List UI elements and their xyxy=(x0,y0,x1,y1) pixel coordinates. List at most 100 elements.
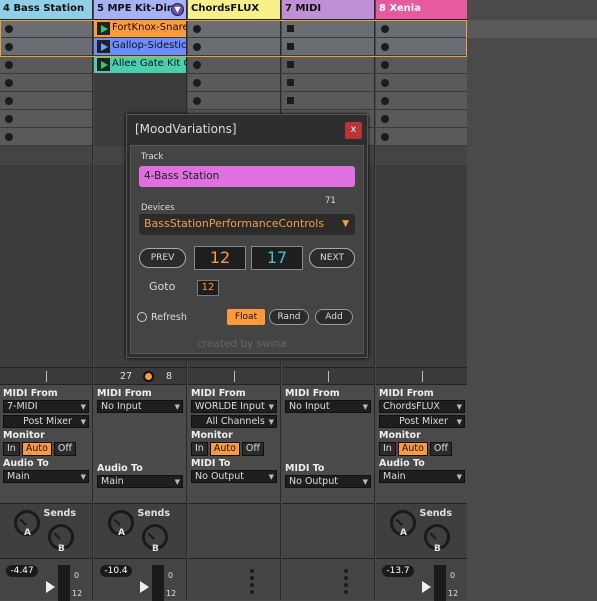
clip-slot[interactable] xyxy=(282,56,374,74)
monitor-auto-button[interactable]: Auto xyxy=(397,442,428,456)
clip-slot[interactable] xyxy=(282,74,374,92)
clip[interactable]: FortKnox-Snare xyxy=(94,20,186,38)
midi-from-dropdown[interactable]: 7-MIDI xyxy=(3,400,89,413)
monitor-auto-button[interactable]: Auto xyxy=(209,442,240,456)
monitor-in-button[interactable]: In xyxy=(379,442,396,456)
midi-from-dropdown[interactable]: No Input xyxy=(285,400,371,413)
stop-button-icon[interactable] xyxy=(193,43,201,51)
monitor-auto-button[interactable]: Auto xyxy=(21,442,52,456)
rand-button[interactable]: Rand xyxy=(269,309,309,325)
midi-from-channel-dropdown[interactable]: Post Mixer xyxy=(379,415,465,428)
track-header-1[interactable]: 4 Bass Station xyxy=(0,0,92,20)
clip-slot[interactable] xyxy=(376,56,468,74)
clip[interactable]: Allee Gate Kit C xyxy=(94,56,186,74)
track-header-3[interactable]: ChordsFLUX xyxy=(188,0,280,20)
volume-fader[interactable] xyxy=(152,565,164,601)
midi-from-dropdown[interactable]: ChordsFLUX xyxy=(379,400,465,413)
clip-slot[interactable] xyxy=(376,110,468,128)
monitor-off-button[interactable]: Off xyxy=(53,442,76,456)
drag-handle-icon[interactable] xyxy=(344,569,350,597)
volume-fader[interactable] xyxy=(58,565,70,601)
track-activator-row[interactable] xyxy=(188,367,280,385)
add-button[interactable]: Add xyxy=(315,309,353,325)
clip-slot[interactable] xyxy=(0,92,92,110)
stop-button-icon[interactable] xyxy=(5,79,13,87)
pan-arrow-icon[interactable] xyxy=(46,581,55,593)
stop-button-icon[interactable] xyxy=(193,25,201,33)
stop-button-icon[interactable] xyxy=(381,61,389,69)
volume-value[interactable]: -4.47 xyxy=(6,565,38,577)
empty-track-area[interactable] xyxy=(467,0,597,600)
stop-button-icon[interactable] xyxy=(381,43,389,51)
pan-arrow-icon[interactable] xyxy=(422,581,431,593)
stop-button-icon[interactable] xyxy=(381,25,389,33)
volume-value[interactable]: -10.4 xyxy=(100,565,132,577)
stop-button-icon[interactable] xyxy=(381,97,389,105)
stop-button-icon[interactable] xyxy=(5,133,13,141)
stop-button-icon[interactable] xyxy=(287,43,294,50)
monitor-off-button[interactable]: Off xyxy=(429,442,452,456)
stop-button-icon[interactable] xyxy=(287,25,294,32)
clip-slot[interactable] xyxy=(0,20,92,38)
clip-slot[interactable] xyxy=(376,74,468,92)
clip-slot[interactable] xyxy=(376,92,468,110)
volume-value[interactable]: -13.7 xyxy=(382,565,414,577)
clip-slot[interactable] xyxy=(0,128,92,146)
clip-slot[interactable] xyxy=(376,128,468,146)
goto-number-box[interactable]: 12 xyxy=(197,280,219,296)
fold-icon[interactable]: ▼ xyxy=(171,3,184,16)
track-activator-row[interactable] xyxy=(282,367,374,385)
stop-button-icon[interactable] xyxy=(287,61,294,68)
clip-slot[interactable] xyxy=(0,74,92,92)
clip-slot[interactable] xyxy=(376,38,468,56)
stop-button-icon[interactable] xyxy=(287,79,294,86)
midi-from-dropdown[interactable]: No Input xyxy=(97,400,183,413)
midi-to-dropdown[interactable]: No Output xyxy=(285,475,371,488)
float-button[interactable]: Float xyxy=(227,309,265,325)
current-variation-number[interactable]: 12 xyxy=(194,246,246,270)
volume-fader[interactable] xyxy=(434,565,446,601)
clip[interactable]: Gallop-Sidestick xyxy=(94,38,186,56)
play-icon[interactable] xyxy=(97,22,110,35)
track-activator-row[interactable]: 27 8 xyxy=(94,367,186,385)
track-activator-row[interactable] xyxy=(376,367,468,385)
stop-button-icon[interactable] xyxy=(287,97,294,104)
drop-area[interactable] xyxy=(0,165,92,367)
audio-to-dropdown[interactable]: Main xyxy=(3,470,89,483)
record-arm-icon[interactable] xyxy=(143,371,154,382)
clip-slot[interactable] xyxy=(282,38,374,56)
track-header-5[interactable]: 8 Xenia xyxy=(376,0,468,20)
prev-button[interactable]: PREV xyxy=(139,248,186,268)
audio-to-dropdown[interactable]: Main xyxy=(379,470,465,483)
stop-button-icon[interactable] xyxy=(5,43,13,51)
stop-button-icon[interactable] xyxy=(5,25,13,33)
monitor-in-button[interactable]: In xyxy=(191,442,208,456)
refresh-radio[interactable] xyxy=(137,312,147,322)
drag-handle-icon[interactable] xyxy=(250,569,256,597)
track-header-4[interactable]: 7 MIDI xyxy=(282,0,374,20)
close-button[interactable]: x xyxy=(345,122,362,139)
stop-button-icon[interactable] xyxy=(5,61,13,69)
clip-slot[interactable] xyxy=(0,56,92,74)
track-activator-row[interactable] xyxy=(0,367,92,385)
clip-slot[interactable] xyxy=(188,38,280,56)
midi-from-channel-dropdown[interactable]: Post Mixer xyxy=(3,415,89,428)
track-header-2[interactable]: 5 MPE Kit-Dire ▼ xyxy=(94,0,186,20)
audio-to-dropdown[interactable]: Main xyxy=(97,475,183,488)
drop-area[interactable] xyxy=(376,165,468,367)
clip-slot[interactable] xyxy=(282,20,374,38)
stop-button-icon[interactable] xyxy=(5,97,13,105)
stop-button-icon[interactable] xyxy=(193,79,201,87)
clip-slot[interactable] xyxy=(188,92,280,110)
midi-from-channel-dropdown[interactable]: All Channels xyxy=(191,415,277,428)
stop-button-icon[interactable] xyxy=(193,61,201,69)
clip-slot[interactable] xyxy=(0,110,92,128)
clip-slot[interactable] xyxy=(188,20,280,38)
play-icon[interactable] xyxy=(97,40,110,53)
pan-arrow-icon[interactable] xyxy=(140,581,149,593)
stop-button-icon[interactable] xyxy=(381,115,389,123)
clip-slot[interactable] xyxy=(188,74,280,92)
monitor-in-button[interactable]: In xyxy=(3,442,20,456)
midi-to-dropdown[interactable]: No Output xyxy=(191,470,277,483)
window-titlebar[interactable]: [MoodVariations] x xyxy=(127,115,367,145)
